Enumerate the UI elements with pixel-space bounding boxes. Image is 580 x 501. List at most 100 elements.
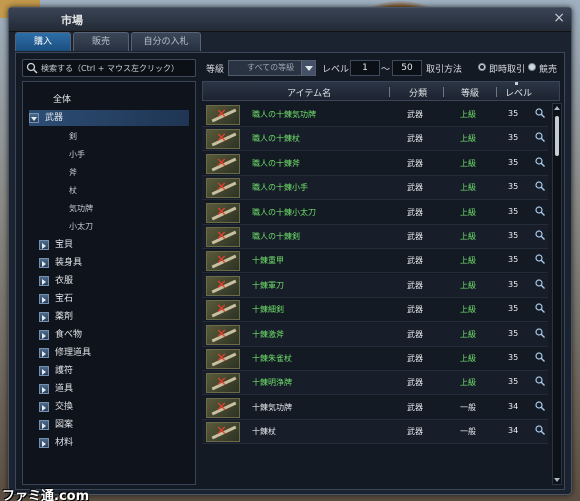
expand-icon[interactable] bbox=[39, 384, 49, 394]
tree-sub-short-sword[interactable]: 小太刀 bbox=[69, 219, 93, 235]
col-header-name[interactable]: アイテム名 bbox=[287, 86, 331, 99]
expand-icon[interactable] bbox=[39, 312, 49, 322]
table-row[interactable]: ✕ 職人の十錬杖 武器 上級 35 bbox=[202, 127, 548, 152]
tree-item-charm[interactable]: 護符 bbox=[23, 363, 73, 379]
tree-item-exchange[interactable]: 交換 bbox=[23, 399, 73, 415]
item-icon[interactable]: ✕ bbox=[206, 422, 240, 443]
expand-icon[interactable] bbox=[39, 330, 49, 340]
tree-sub-axe[interactable]: 斧 bbox=[69, 165, 77, 181]
tree-item-gem[interactable]: 宝石 bbox=[23, 291, 73, 307]
expand-icon[interactable] bbox=[39, 294, 49, 304]
search-input[interactable]: 検索する（Ctrl + マウス左クリック） bbox=[22, 59, 196, 77]
item-icon[interactable]: ✕ bbox=[206, 251, 240, 272]
item-icon[interactable]: ✕ bbox=[206, 300, 240, 321]
item-icon[interactable]: ✕ bbox=[206, 373, 240, 394]
item-icon[interactable]: ✕ bbox=[206, 129, 240, 150]
auction-radio[interactable] bbox=[528, 63, 536, 71]
table-row[interactable]: ✕ 十錬朱雀杖 武器 上級 35 bbox=[202, 347, 548, 371]
item-list-scrollbar[interactable] bbox=[552, 103, 562, 485]
tree-sub-talisman[interactable]: 気功牌 bbox=[69, 201, 93, 217]
expand-icon[interactable] bbox=[39, 258, 49, 268]
item-icon[interactable]: ✕ bbox=[206, 105, 240, 125]
collapse-icon[interactable] bbox=[29, 113, 39, 123]
expand-icon[interactable] bbox=[39, 366, 49, 376]
magnifier-icon[interactable] bbox=[535, 254, 545, 265]
tab-my-bids[interactable]: 自分の入札 bbox=[131, 32, 201, 51]
magnifier-icon[interactable] bbox=[535, 401, 545, 411]
magnifier-icon[interactable] bbox=[535, 205, 545, 216]
item-icon[interactable]: ✕ bbox=[206, 202, 240, 223]
magnifier-icon[interactable] bbox=[535, 132, 545, 143]
expand-icon[interactable] bbox=[39, 402, 49, 412]
tree-item-pattern[interactable]: 図案 bbox=[23, 417, 73, 433]
item-icon[interactable]: ✕ bbox=[206, 324, 240, 345]
table-row[interactable]: ✕ 十錬杖 武器 一般 34 bbox=[202, 420, 548, 445]
tree-item-all[interactable]: 全体 bbox=[53, 92, 71, 108]
level-min-input[interactable]: 1 bbox=[350, 60, 380, 76]
magnifier-icon[interactable] bbox=[535, 376, 545, 387]
table-row[interactable]: ✕ 十錬軍刀 武器 上級 35 bbox=[202, 273, 548, 298]
tree-item-treasure[interactable]: 宝貝 bbox=[23, 237, 73, 253]
tree-item-material[interactable]: 材料 bbox=[23, 435, 73, 451]
table-row[interactable]: ✕ 職人の十錬斧 武器 上級 35 bbox=[202, 151, 548, 176]
magnifier-icon[interactable] bbox=[535, 157, 545, 167]
item-icon[interactable]: ✕ bbox=[206, 227, 240, 247]
scrollbar-thumb[interactable] bbox=[555, 116, 559, 156]
tree-sub-sword[interactable]: 剣 bbox=[69, 129, 77, 145]
magnifier-icon[interactable] bbox=[535, 327, 545, 338]
tree-sub-gauntlet[interactable]: 小手 bbox=[69, 147, 85, 163]
magnifier-icon[interactable] bbox=[535, 108, 545, 118]
scroll-up-icon[interactable] bbox=[553, 104, 561, 112]
titlebar[interactable]: 市場 × bbox=[9, 8, 571, 32]
close-icon[interactable]: × bbox=[553, 10, 565, 26]
instant-trade-label[interactable]: 即時取引 bbox=[489, 62, 525, 75]
expand-icon[interactable] bbox=[39, 276, 49, 286]
expand-icon[interactable] bbox=[39, 240, 49, 250]
table-row[interactable]: ✕ 十錬明浄牌 武器 上級 35 bbox=[202, 371, 548, 396]
tree-item-weapons[interactable]: 武器 bbox=[29, 110, 189, 126]
magnifier-icon[interactable] bbox=[535, 230, 545, 240]
magnifier-icon[interactable] bbox=[535, 352, 545, 362]
magnifier-icon[interactable] bbox=[535, 181, 545, 192]
grade-select[interactable]: すべての等級 bbox=[228, 60, 316, 76]
table-row[interactable]: ✕ 十錬重甲 武器 上級 35 bbox=[202, 249, 548, 274]
table-row[interactable]: ✕ 十錬激斧 武器 上級 35 bbox=[202, 322, 548, 347]
expand-icon[interactable] bbox=[39, 438, 49, 448]
market-content: 検索する（Ctrl + マウス左クリック） 全体 武器 剣 小手 斧 杖 気功牌… bbox=[15, 52, 565, 490]
item-icon[interactable]: ✕ bbox=[206, 178, 240, 199]
chevron-down-icon[interactable] bbox=[301, 61, 315, 75]
table-row[interactable]: ✕ 職人の十錬小手 武器 上級 35 bbox=[202, 176, 548, 201]
magnifier-icon[interactable] bbox=[535, 279, 545, 289]
tree-item-medicine[interactable]: 薬剤 bbox=[23, 309, 73, 325]
instant-trade-radio[interactable] bbox=[478, 63, 486, 71]
tab-buy[interactable]: 購入 bbox=[15, 32, 71, 51]
level-max-input[interactable]: 50 bbox=[392, 60, 422, 76]
item-icon[interactable]: ✕ bbox=[206, 397, 240, 418]
tree-item-tool[interactable]: 道具 bbox=[23, 381, 73, 397]
col-header-level[interactable]: レベル bbox=[505, 86, 532, 99]
tree-sub-staff[interactable]: 杖 bbox=[69, 183, 77, 199]
magnifier-icon[interactable] bbox=[535, 303, 545, 314]
table-row[interactable]: ✕ 職人の十錬気功牌 武器 上級 35 bbox=[202, 103, 548, 127]
col-header-category[interactable]: 分類 bbox=[409, 86, 427, 99]
item-icon[interactable]: ✕ bbox=[206, 349, 240, 369]
table-row[interactable]: ✕ 十錬気功牌 武器 一般 34 bbox=[202, 395, 548, 420]
auction-label[interactable]: 競売 bbox=[539, 62, 557, 75]
magnifier-icon[interactable] bbox=[535, 425, 545, 436]
table-row[interactable]: ✕ 職人の十錬小太刀 武器 上級 35 bbox=[202, 200, 548, 225]
tree-item-clothing[interactable]: 衣服 bbox=[23, 273, 73, 289]
item-level: 35 bbox=[508, 377, 519, 387]
item-icon[interactable]: ✕ bbox=[206, 275, 240, 296]
tree-item-accessory[interactable]: 装身具 bbox=[23, 255, 82, 271]
col-header-grade[interactable]: 等級 bbox=[461, 86, 479, 99]
tree-item-food[interactable]: 食べ物 bbox=[23, 327, 82, 343]
item-icon[interactable]: ✕ bbox=[206, 153, 240, 174]
expand-icon[interactable] bbox=[39, 420, 49, 430]
expand-icon[interactable] bbox=[39, 348, 49, 358]
tree-item-repair[interactable]: 修理道具 bbox=[23, 345, 91, 361]
scroll-down-icon[interactable] bbox=[553, 476, 561, 484]
table-row[interactable]: ✕ 十錬細剣 武器 上級 35 bbox=[202, 298, 548, 323]
item-grade: 上級 bbox=[460, 280, 476, 290]
tab-sell[interactable]: 販売 bbox=[73, 32, 129, 51]
table-row[interactable]: ✕ 職人の十錬剣 武器 上級 35 bbox=[202, 225, 548, 249]
